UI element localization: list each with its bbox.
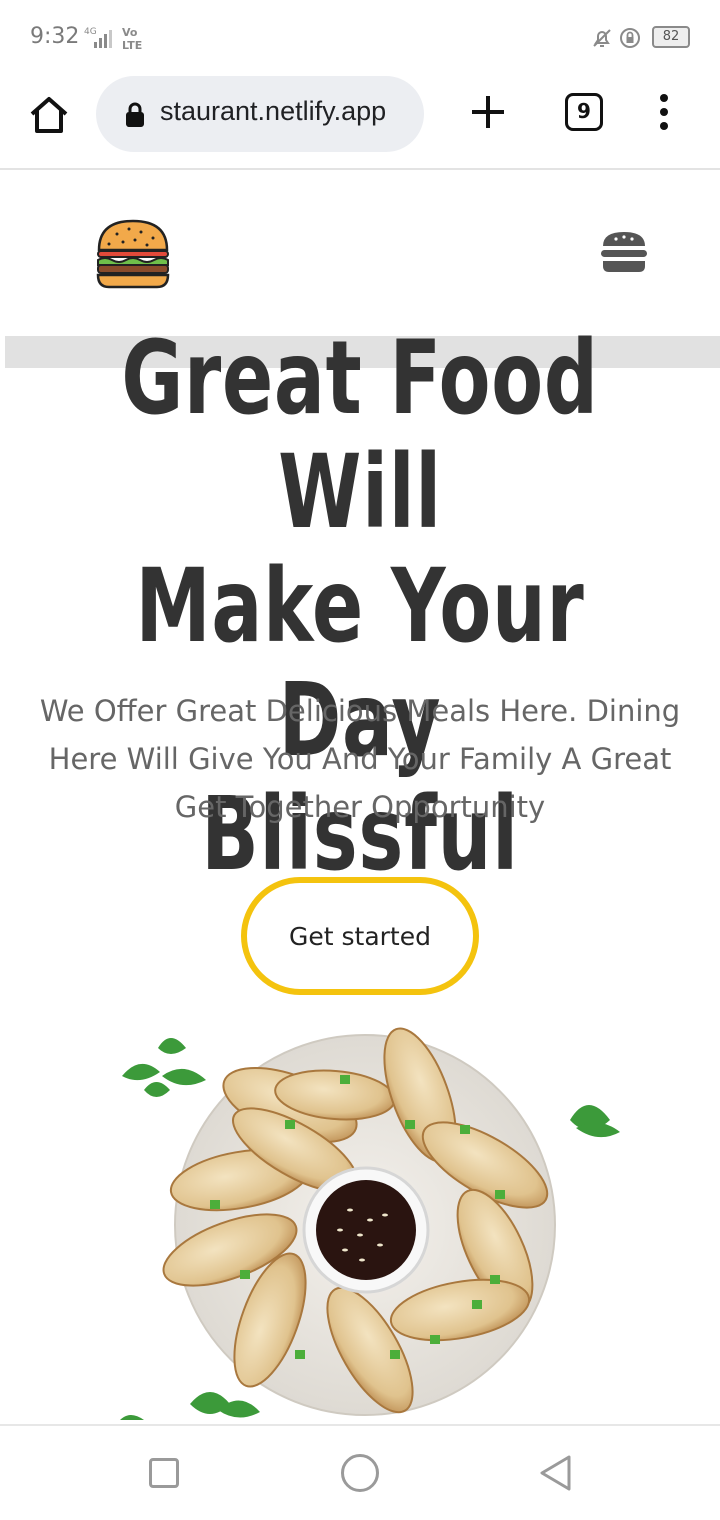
home-nav-button[interactable] (341, 1454, 379, 1492)
address-bar[interactable]: staurant.netlify.app (96, 76, 424, 152)
signal-icon: 4G Vo LTE (84, 26, 142, 52)
lock-icon (126, 102, 144, 127)
network-type: 4G (84, 27, 97, 37)
svg-text:Vo: Vo (122, 26, 138, 39)
more-vert-icon[interactable] (652, 90, 676, 134)
tab-switcher-button[interactable]: 9 (565, 93, 603, 131)
svg-text:LTE: LTE (122, 39, 142, 52)
battery-indicator: 82 (652, 26, 690, 48)
bell-off-icon (593, 29, 611, 47)
url-text[interactable]: staurant.netlify.app (160, 96, 410, 127)
hamburger-menu-icon[interactable] (600, 230, 648, 274)
hero-title-line1: Great Food Will (121, 319, 599, 552)
rotation-lock-icon (620, 28, 640, 48)
status-time: 9:32 (30, 24, 80, 49)
plus-icon[interactable] (468, 90, 508, 134)
system-nav-bar (0, 1424, 720, 1520)
status-bar: 9:32 4G Vo LTE 82 (0, 0, 720, 76)
dumplings-plate-image (120, 1027, 620, 1420)
status-right: 82 (560, 22, 690, 54)
back-icon[interactable] (536, 1453, 576, 1493)
burger-logo[interactable] (95, 218, 171, 290)
recents-button[interactable] (149, 1458, 179, 1488)
get-started-button[interactable]: Get started (241, 877, 479, 995)
hero-subtitle: We Offer Great Delicious Meals Here. Din… (39, 694, 681, 824)
browser-toolbar: staurant.netlify.app 9 (0, 76, 720, 170)
home-icon[interactable] (26, 92, 72, 138)
